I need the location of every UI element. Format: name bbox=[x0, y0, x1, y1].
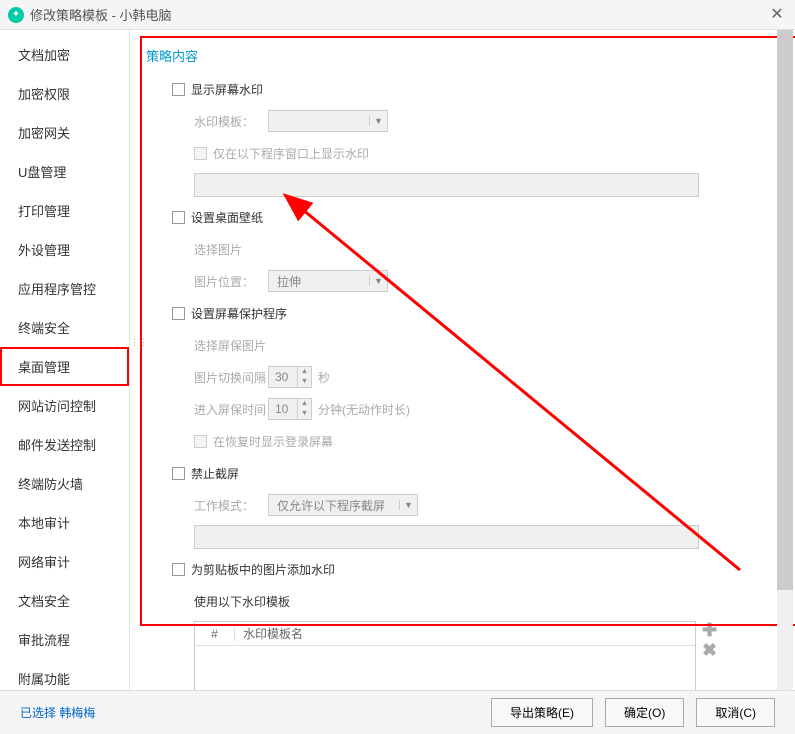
spinner-ss-interval[interactable]: 30 ▲▼ bbox=[268, 366, 312, 388]
close-button[interactable]: ✕ bbox=[767, 5, 787, 25]
sidebar-item-print[interactable]: 打印管理 bbox=[0, 191, 129, 230]
chevron-down-icon: ▼ bbox=[298, 377, 311, 387]
checkbox-set-wallpaper[interactable] bbox=[172, 211, 185, 224]
sidebar-item-encrypt-gateway[interactable]: 加密网关 bbox=[0, 113, 129, 152]
label-choose-ss-image: 选择屏保图片 bbox=[194, 337, 266, 354]
combo-image-position[interactable]: 拉伸 ▼ bbox=[268, 270, 388, 292]
cancel-button[interactable]: 取消(C) bbox=[696, 698, 775, 727]
sidebar-item-mail[interactable]: 邮件发送控制 bbox=[0, 425, 129, 464]
label-image-position: 图片位置： bbox=[194, 273, 268, 290]
label-clipboard-watermark: 为剪贴板中的图片添加水印 bbox=[191, 561, 335, 578]
sidebar-item-approval[interactable]: 审批流程 bbox=[0, 620, 129, 659]
chevron-down-icon: ▼ bbox=[369, 116, 387, 126]
add-row-button[interactable]: ✚ bbox=[702, 621, 717, 639]
sidebar-item-web-access[interactable]: 网站访问控制 bbox=[0, 386, 129, 425]
section-title: 策略内容 bbox=[146, 46, 783, 65]
checkbox-clipboard-watermark[interactable] bbox=[172, 563, 185, 576]
content-panel: 策略内容 显示屏幕水印 水印模板： ▼ 仅在以下程序窗口上显示水印 bbox=[130, 30, 795, 690]
checkbox-show-watermark[interactable] bbox=[172, 83, 185, 96]
label-ss-interval: 图片切换间隔 bbox=[194, 369, 268, 386]
combo-watermark-template[interactable]: ▼ bbox=[268, 110, 388, 132]
sidebar-item-doc-encrypt[interactable]: 文档加密 bbox=[0, 35, 129, 74]
checkbox-only-programs[interactable] bbox=[194, 147, 207, 160]
chevron-up-icon: ▲ bbox=[298, 399, 311, 409]
label-set-wallpaper: 设置桌面壁纸 bbox=[191, 209, 263, 226]
label-ss-interval-unit: 秒 bbox=[318, 369, 330, 386]
combo-screenshot-mode[interactable]: 仅允许以下程序截屏 ▼ bbox=[268, 494, 418, 516]
label-use-templates: 使用以下水印模板 bbox=[194, 593, 290, 610]
label-only-programs: 仅在以下程序窗口上显示水印 bbox=[213, 145, 369, 162]
sidebar-item-desktop[interactable]: 桌面管理 bbox=[0, 347, 129, 386]
chevron-down-icon: ▼ bbox=[298, 409, 311, 419]
sidebar-item-local-audit[interactable]: 本地审计 bbox=[0, 503, 129, 542]
label-show-watermark: 显示屏幕水印 bbox=[191, 81, 263, 98]
window-title: 修改策略模板 - 小韩电脑 bbox=[30, 5, 172, 24]
sidebar-item-app-control[interactable]: 应用程序管控 bbox=[0, 269, 129, 308]
sidebar-item-doc-security[interactable]: 文档安全 bbox=[0, 581, 129, 620]
label-screensaver: 设置屏幕保护程序 bbox=[191, 305, 287, 322]
footer: 已选择 韩梅梅 导出策略(E) 确定(O) 取消(C) bbox=[0, 690, 795, 734]
chevron-up-icon: ▲ bbox=[298, 367, 311, 377]
sidebar-item-firewall[interactable]: 终端防火墙 bbox=[0, 464, 129, 503]
sidebar-item-network-audit[interactable]: 网络审计 bbox=[0, 542, 129, 581]
checkbox-screensaver[interactable] bbox=[172, 307, 185, 320]
label-no-screenshot: 禁止截屏 bbox=[191, 465, 239, 482]
input-watermark-programs[interactable] bbox=[194, 173, 699, 197]
label-choose-image: 选择图片 bbox=[194, 241, 242, 258]
chevron-down-icon: ▼ bbox=[369, 276, 387, 286]
selection-status: 已选择 韩梅梅 bbox=[20, 704, 95, 721]
chevron-down-icon: ▼ bbox=[399, 500, 417, 510]
sidebar-item-peripheral[interactable]: 外设管理 bbox=[0, 230, 129, 269]
label-screenshot-mode: 工作模式： bbox=[194, 497, 268, 514]
remove-row-button[interactable]: ✖ bbox=[702, 641, 717, 659]
label-restore-login: 在恢复时显示登录屏幕 bbox=[213, 433, 333, 450]
label-ss-enter-unit: 分钟(无动作时长) bbox=[318, 401, 410, 418]
spinner-ss-enter[interactable]: 10 ▲▼ bbox=[268, 398, 312, 420]
sidebar-item-terminal-security[interactable]: 终端安全 bbox=[0, 308, 129, 347]
export-button[interactable]: 导出策略(E) bbox=[491, 698, 593, 727]
label-watermark-template: 水印模板： bbox=[194, 113, 268, 130]
input-screenshot-programs[interactable] bbox=[194, 525, 699, 549]
checkbox-no-screenshot[interactable] bbox=[172, 467, 185, 480]
col-num: # bbox=[195, 627, 235, 641]
checkbox-restore-login[interactable] bbox=[194, 435, 207, 448]
app-icon: ✦ bbox=[8, 7, 24, 23]
label-ss-enter: 进入屏保时间 bbox=[194, 401, 268, 418]
col-name: 水印模板名 bbox=[235, 625, 303, 642]
sidebar-item-encrypt-perm[interactable]: 加密权限 bbox=[0, 74, 129, 113]
ok-button[interactable]: 确定(O) bbox=[605, 698, 684, 727]
vertical-scrollbar[interactable] bbox=[777, 30, 793, 690]
sidebar-item-usb[interactable]: U盘管理 bbox=[0, 152, 129, 191]
sidebar: 文档加密 加密权限 加密网关 U盘管理 打印管理 外设管理 应用程序管控 终端安… bbox=[0, 30, 130, 690]
titlebar: ✦ 修改策略模板 - 小韩电脑 ✕ bbox=[0, 0, 795, 30]
